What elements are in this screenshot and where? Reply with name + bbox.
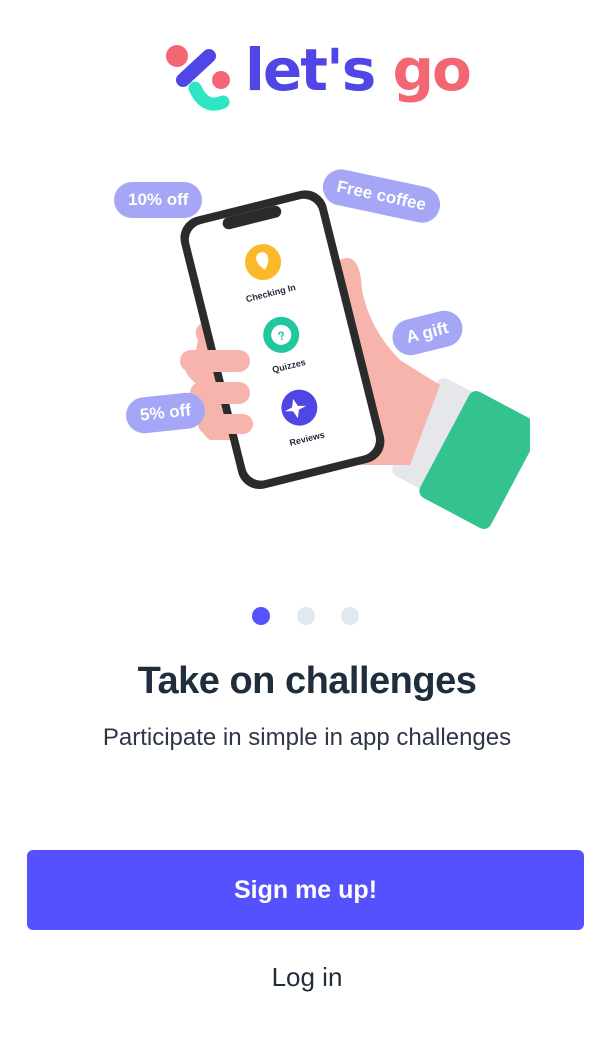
logo-mark-icon	[166, 45, 230, 111]
pagination-dot[interactable]	[341, 607, 359, 625]
pagination-dot-active[interactable]	[252, 607, 270, 625]
brand-name: let's go	[245, 36, 472, 104]
pagination-dot[interactable]	[297, 607, 315, 625]
sign-up-button[interactable]: Sign me up!	[27, 850, 584, 930]
brand-name-part2: go	[392, 36, 471, 104]
page-title: Take on challenges	[137, 660, 477, 702]
discount-pill: 10% off	[114, 182, 203, 218]
log-in-link[interactable]: Log in	[0, 962, 614, 993]
brand-name-part1: let's	[245, 36, 376, 104]
page-subtitle: Participate in simple in app challenges	[102, 724, 512, 751]
pagination-dots	[250, 607, 370, 627]
onboarding-illustration: Checking In ? Quizzes Reviews 10% off Fr…	[100, 160, 541, 530]
phone: Checking In ? Quizzes Reviews	[180, 190, 385, 490]
app-logo: let's go	[165, 36, 472, 118]
